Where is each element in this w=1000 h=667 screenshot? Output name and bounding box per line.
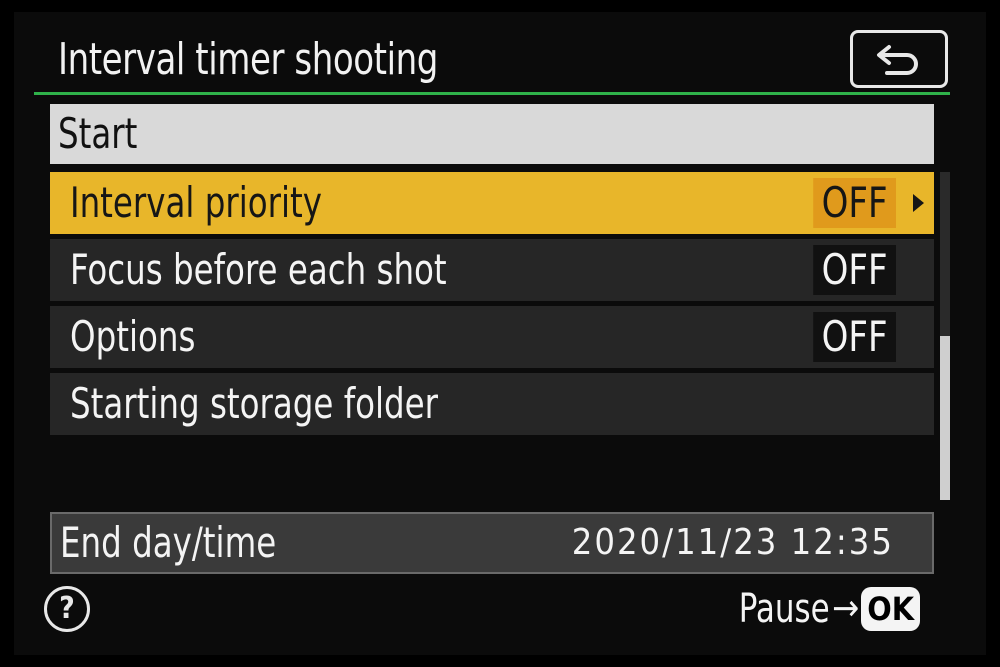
- scrollbar-thumb[interactable]: [940, 336, 950, 500]
- title-divider: [34, 92, 950, 95]
- menu-item-label: Interval priority: [70, 178, 322, 227]
- page-title: Interval timer shooting: [58, 34, 438, 85]
- menu-item-starting-storage-folder[interactable]: Starting storage folder: [50, 373, 934, 435]
- start-item[interactable]: Start: [50, 104, 934, 164]
- menu-item-label: Focus before each shot: [70, 245, 447, 294]
- return-arrow-icon: [877, 45, 918, 75]
- menu-item-interval-priority[interactable]: Interval priority OFF: [50, 172, 934, 234]
- chevron-right-icon: [913, 194, 924, 212]
- end-day-time-value: 2020/11/23 12:35: [571, 522, 894, 563]
- start-label: Start: [58, 109, 138, 158]
- right-arrow-icon: →: [832, 588, 860, 629]
- menu-item-value: OFF: [813, 312, 896, 362]
- help-icon[interactable]: ?: [44, 586, 90, 632]
- pause-hint: Pause → OK: [724, 584, 920, 634]
- menu-item-value: OFF: [813, 178, 896, 228]
- ok-button-icon: OK: [861, 587, 920, 631]
- menu-item-value: OFF: [813, 245, 896, 295]
- back-button[interactable]: [850, 30, 948, 88]
- menu-item-label: Options: [70, 312, 196, 361]
- scrollbar[interactable]: [940, 172, 950, 500]
- end-day-time-row: End day/time 2020/11/23 12:35: [50, 512, 934, 574]
- menu-item-focus-before-each-shot[interactable]: Focus before each shot OFF: [50, 239, 934, 301]
- menu-item-options[interactable]: Options OFF: [50, 306, 934, 368]
- pause-label: Pause: [739, 586, 831, 632]
- menu-item-label: Starting storage folder: [70, 379, 439, 428]
- end-day-time-label: End day/time: [60, 518, 277, 567]
